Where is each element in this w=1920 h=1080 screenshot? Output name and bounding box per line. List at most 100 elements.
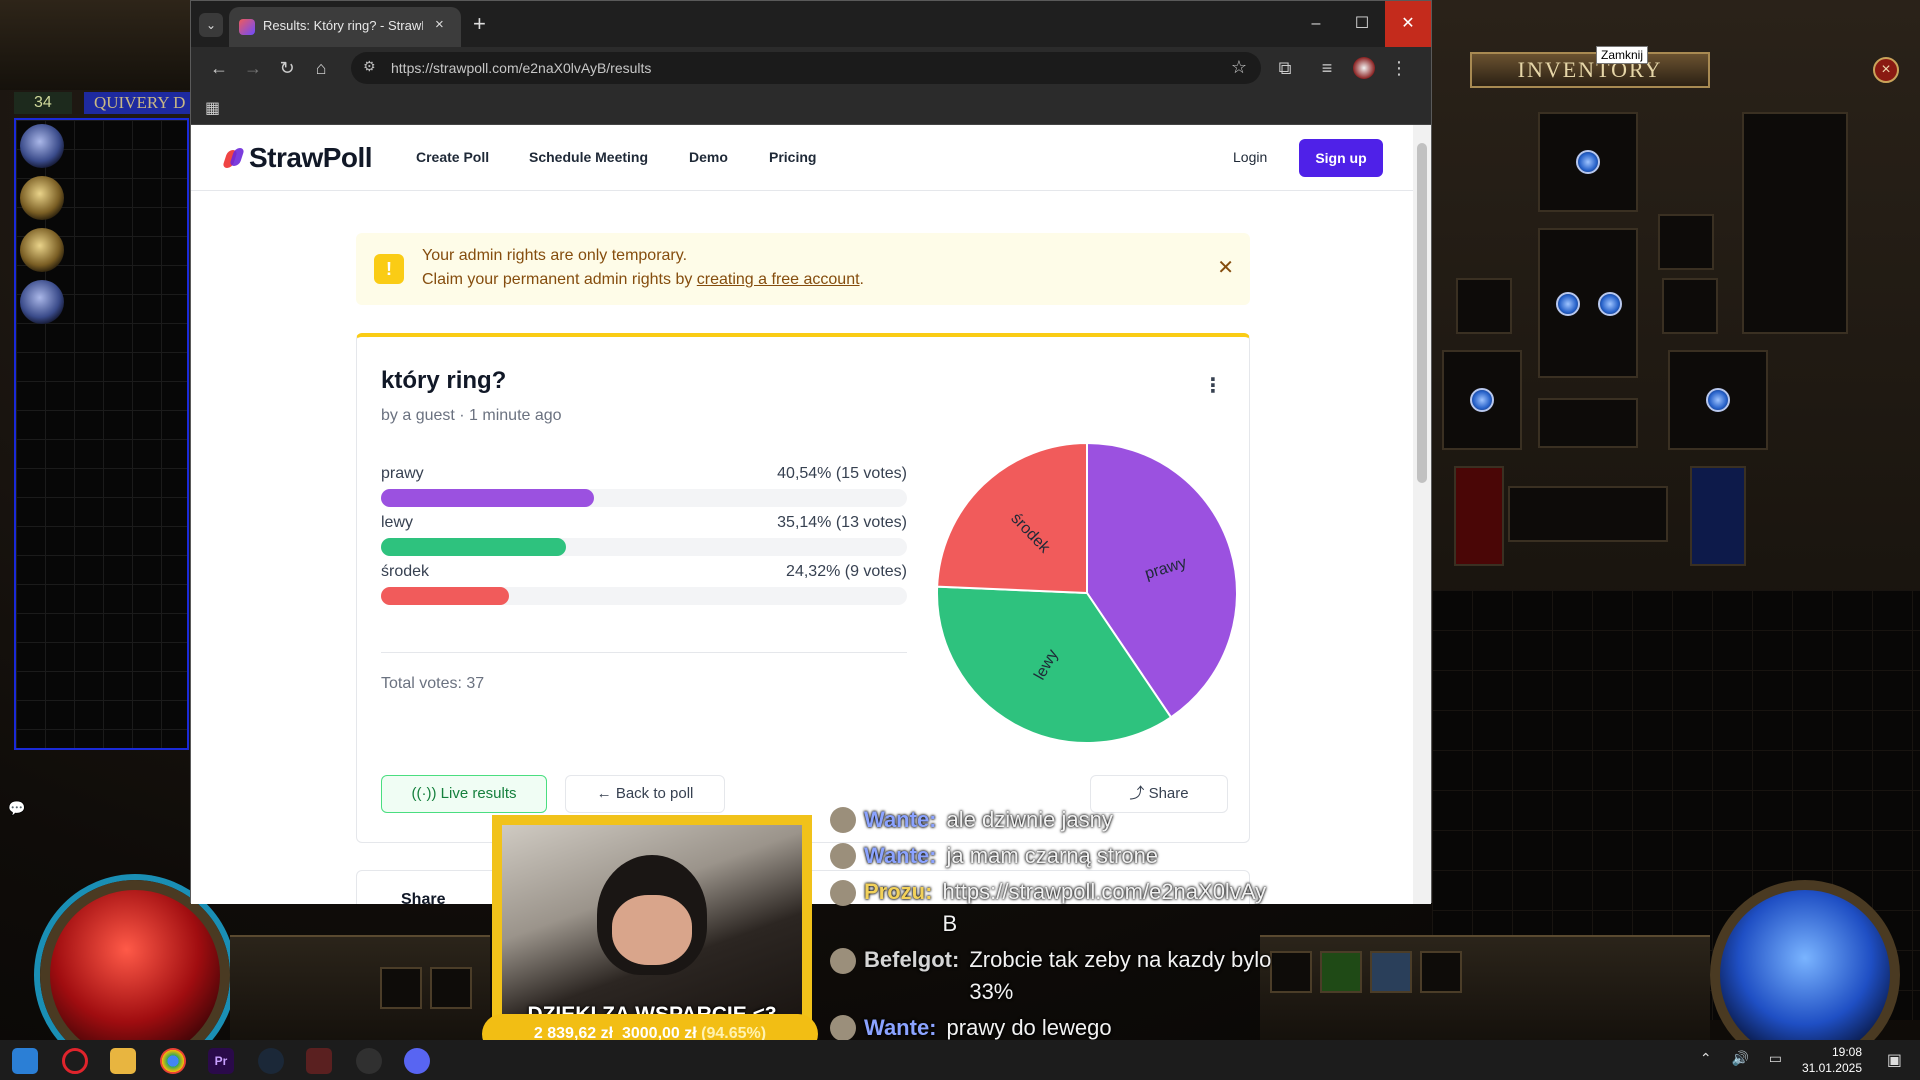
chat-bubble-icon[interactable]: 💬 [8, 800, 25, 817]
windows-start-icon[interactable] [12, 1048, 38, 1074]
login-link[interactable]: Login [1233, 149, 1267, 165]
strawpoll-logo[interactable]: StrawPoll [222, 141, 373, 175]
result-bar-track [381, 538, 907, 556]
hud-menu-icon[interactable] [380, 967, 422, 1009]
webcam-video: DZIĘKI ZA WSPARCIE <3 [502, 825, 802, 1045]
media-control-icon[interactable]: ≡ [1315, 56, 1339, 80]
inventory-title: INVENTORY [1470, 52, 1710, 88]
gloves-slot[interactable] [1442, 350, 1522, 450]
ring-left-slot[interactable] [1456, 278, 1512, 334]
url-text[interactable]: https://strawpoll.com/e2naX0lvAyB/result… [391, 60, 651, 76]
obs-icon[interactable] [356, 1048, 382, 1074]
helmet-slot[interactable] [1538, 112, 1638, 212]
nav-pricing[interactable]: Pricing [769, 149, 816, 165]
browser-menu-icon[interactable]: ⋮ [1387, 56, 1411, 80]
steam-icon[interactable] [258, 1048, 284, 1074]
result-label: prawy [381, 465, 424, 482]
stash-tab[interactable]: QUIVERY D [84, 92, 194, 114]
socket-gem-icon [1556, 292, 1580, 316]
nav-create-poll[interactable]: Create Poll [416, 149, 489, 165]
stash-ring-icon[interactable] [20, 124, 64, 168]
flask-slot[interactable] [1690, 466, 1746, 566]
page-scrollbar[interactable] [1413, 125, 1431, 904]
result-bar-fill [381, 587, 509, 605]
window-close-button[interactable]: ✕ [1385, 1, 1431, 47]
inventory-close-button[interactable]: × [1873, 57, 1899, 83]
ring-right-slot[interactable] [1662, 278, 1718, 334]
body-armour-slot[interactable] [1538, 228, 1638, 378]
clock[interactable]: 19:08 31.01.2025 [1802, 1044, 1862, 1076]
browser-tab[interactable]: Results: Który ring? - StrawPoll × [229, 7, 461, 47]
share-section-title: Share [401, 891, 446, 904]
chrome-icon[interactable] [160, 1048, 186, 1074]
live-results-button[interactable]: ((·)) Live results [381, 775, 547, 813]
tab-search-chevron-icon[interactable]: ⌄ [199, 13, 223, 37]
skill-slot[interactable] [1320, 951, 1362, 993]
bookmark-star-icon[interactable]: ☆ [1231, 57, 1247, 78]
create-account-link[interactable]: creating a free account [697, 271, 860, 288]
flask-bar[interactable] [1508, 486, 1668, 542]
weapon-slot[interactable] [1742, 112, 1848, 334]
clock-time: 19:08 [1831, 1045, 1862, 1059]
nav-demo[interactable]: Demo [689, 149, 728, 165]
apps-grid-icon[interactable]: ▦ [205, 98, 220, 118]
chat-text: Zrobcie tak zeby na kazdy bylo 33% [969, 947, 1272, 1004]
tab-close-icon[interactable]: × [435, 16, 444, 33]
poll-title: który ring? [381, 367, 507, 394]
flask-slot[interactable] [1454, 466, 1504, 566]
path-of-exile-icon[interactable] [306, 1048, 332, 1074]
belt-slot[interactable] [1538, 398, 1638, 448]
chat-text: ja mam czarną strone [946, 843, 1159, 868]
maximize-button[interactable]: ☐ [1339, 1, 1385, 47]
premiere-icon[interactable]: Pr [208, 1048, 234, 1074]
back-to-poll-button[interactable]: ← Back to poll [565, 775, 725, 813]
home-icon[interactable]: ⌂ [309, 56, 333, 80]
stash-ring-icon[interactable] [20, 280, 64, 324]
result-row: prawy 40,54% (15 votes) [381, 465, 907, 515]
more-options-icon[interactable]: ⋮ [1203, 373, 1223, 398]
skill-slot[interactable] [1370, 951, 1412, 993]
chat-message: Befelgot: Zrobcie tak zeby na kazdy bylo … [830, 942, 1290, 1010]
admin-rights-alert: ! Your admin rights are only temporary. … [356, 233, 1250, 305]
scrollbar-thumb[interactable] [1417, 143, 1427, 483]
nav-schedule-meeting[interactable]: Schedule Meeting [529, 149, 648, 165]
site-info-icon[interactable]: ⚙ [363, 58, 376, 75]
stash-ring-icon[interactable] [20, 228, 64, 272]
logo-text: StrawPoll [249, 142, 373, 173]
amulet-slot[interactable] [1658, 214, 1714, 270]
warning-icon: ! [374, 254, 404, 284]
system-tray-icons[interactable]: ⌃ 🔊 ▭ [1700, 1050, 1790, 1067]
hud-right-bar [1260, 935, 1710, 1040]
share-icon: ⤴ [1129, 785, 1145, 802]
chat-text: prawy do lewego [946, 1015, 1112, 1040]
signup-button[interactable]: Sign up [1299, 139, 1383, 177]
forward-arrow-icon[interactable]: → [241, 56, 265, 80]
total-votes: Total votes: 37 [381, 675, 485, 692]
stash-ring-icon[interactable] [20, 176, 64, 220]
profile-avatar-icon[interactable] [1353, 57, 1375, 79]
file-explorer-icon[interactable] [110, 1048, 136, 1074]
opera-icon[interactable] [62, 1048, 88, 1074]
alert-close-icon[interactable]: ✕ [1217, 255, 1234, 280]
result-bar-track [381, 489, 907, 507]
address-bar[interactable]: ⚙ https://strawpoll.com/e2naX0lvAyB/resu… [351, 52, 1261, 84]
notifications-icon[interactable]: ▣ [1887, 1050, 1902, 1070]
boots-slot[interactable] [1668, 350, 1768, 450]
result-bar-track [381, 587, 907, 605]
chat-avatar [830, 880, 856, 906]
result-value: 40,54% (15 votes) [777, 465, 907, 482]
discord-icon[interactable] [404, 1048, 430, 1074]
close-tooltip: Zamknij [1596, 46, 1649, 64]
new-tab-button[interactable]: + [473, 11, 486, 37]
result-label: środek [381, 563, 430, 580]
strawpoll-favicon-icon [239, 19, 255, 35]
clock-date: 31.01.2025 [1801, 1061, 1862, 1075]
browser-toolbar: ← → ↻ ⌂ ⚙ https://strawpoll.com/e2naX0lv… [191, 47, 1431, 89]
extensions-icon[interactable]: ⧉ [1273, 56, 1297, 80]
back-arrow-icon[interactable]: ← [207, 56, 231, 80]
minimize-button[interactable]: – [1293, 1, 1339, 47]
skill-slot[interactable] [1420, 951, 1462, 993]
reload-icon[interactable]: ↻ [275, 56, 299, 80]
chat-message: Wante: ale dziwnie jasny [830, 802, 1290, 838]
hud-flask-icon[interactable] [430, 967, 472, 1009]
